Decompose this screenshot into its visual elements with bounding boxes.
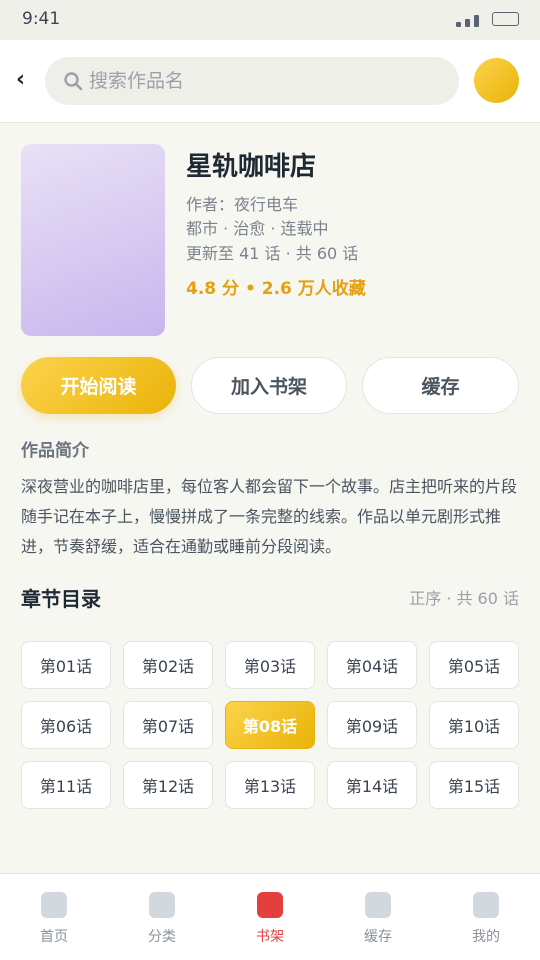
tab-label: 首页	[40, 929, 68, 945]
tab-cache[interactable]: 缓存	[324, 874, 432, 960]
chapter-button[interactable]: 第12话	[123, 761, 213, 809]
chapter-button[interactable]: 第13话	[225, 761, 315, 809]
home-icon	[41, 892, 67, 918]
book-cover	[21, 144, 165, 336]
tab-bar: 首页 分类 书架 缓存 我的	[0, 873, 540, 960]
battery-icon	[492, 12, 519, 26]
tab-label: 缓存	[364, 929, 392, 945]
book-tags: 都市 · 治愈 · 连载中	[186, 219, 329, 238]
chapter-button[interactable]: 第06话	[21, 701, 111, 749]
status-time: 9:41	[22, 9, 61, 29]
cache-icon	[365, 892, 391, 918]
profile-icon	[473, 892, 499, 918]
chapter-button[interactable]: 第05话	[429, 641, 519, 689]
book-title: 星轨咖啡店	[186, 152, 317, 182]
toc-sort-toggle[interactable]: 正序 · 共 60 话	[409, 585, 519, 609]
book-rating: 4.8 分 • 2.6 万人收藏	[186, 279, 366, 299]
chapter-button[interactable]: 第07话	[123, 701, 213, 749]
category-icon	[149, 892, 175, 918]
tab-label: 书架	[256, 929, 284, 945]
chapter-button[interactable]: 第11话	[21, 761, 111, 809]
chapter-button[interactable]: 第08话	[225, 701, 315, 749]
add-to-shelf-button[interactable]: 加入书架	[191, 357, 347, 414]
book-update-status: 更新至 41 话 · 共 60 话	[186, 244, 359, 263]
status-bar: 9:41	[0, 0, 540, 40]
tab-category[interactable]: 分类	[108, 874, 216, 960]
search-input[interactable]	[89, 57, 449, 105]
header: ‹	[0, 40, 540, 123]
chapter-button[interactable]: 第02话	[123, 641, 213, 689]
cache-button[interactable]: 缓存	[362, 357, 519, 414]
intro-heading: 作品简介	[21, 441, 89, 461]
avatar[interactable]	[474, 58, 519, 103]
shelf-icon	[257, 892, 283, 918]
tab-profile[interactable]: 我的	[432, 874, 540, 960]
chapter-button[interactable]: 第10话	[429, 701, 519, 749]
intro-text: 深夜营业的咖啡店里，每位客人都会留下一个故事。店主把听来的片段随手记在本子上，慢…	[21, 477, 518, 556]
chapter-button[interactable]: 第09话	[327, 701, 417, 749]
chapter-button[interactable]: 第03话	[225, 641, 315, 689]
chapter-button[interactable]: 第14话	[327, 761, 417, 809]
book-author: 作者：夜行电车	[186, 195, 299, 214]
tab-label: 我的	[472, 929, 500, 945]
chapter-button[interactable]: 第01话	[21, 641, 111, 689]
tab-label: 分类	[148, 929, 176, 945]
tab-shelf[interactable]: 书架	[216, 874, 324, 960]
tab-home[interactable]: 首页	[0, 874, 108, 960]
toc-heading: 章节目录	[21, 587, 101, 611]
back-button[interactable]: ‹	[16, 68, 36, 92]
search-icon	[64, 72, 83, 91]
chapter-button[interactable]: 第15话	[429, 761, 519, 809]
search-bar[interactable]	[45, 57, 459, 105]
chapter-button[interactable]: 第04话	[327, 641, 417, 689]
signal-icon	[456, 13, 488, 27]
start-reading-button[interactable]: 开始阅读	[21, 357, 176, 414]
